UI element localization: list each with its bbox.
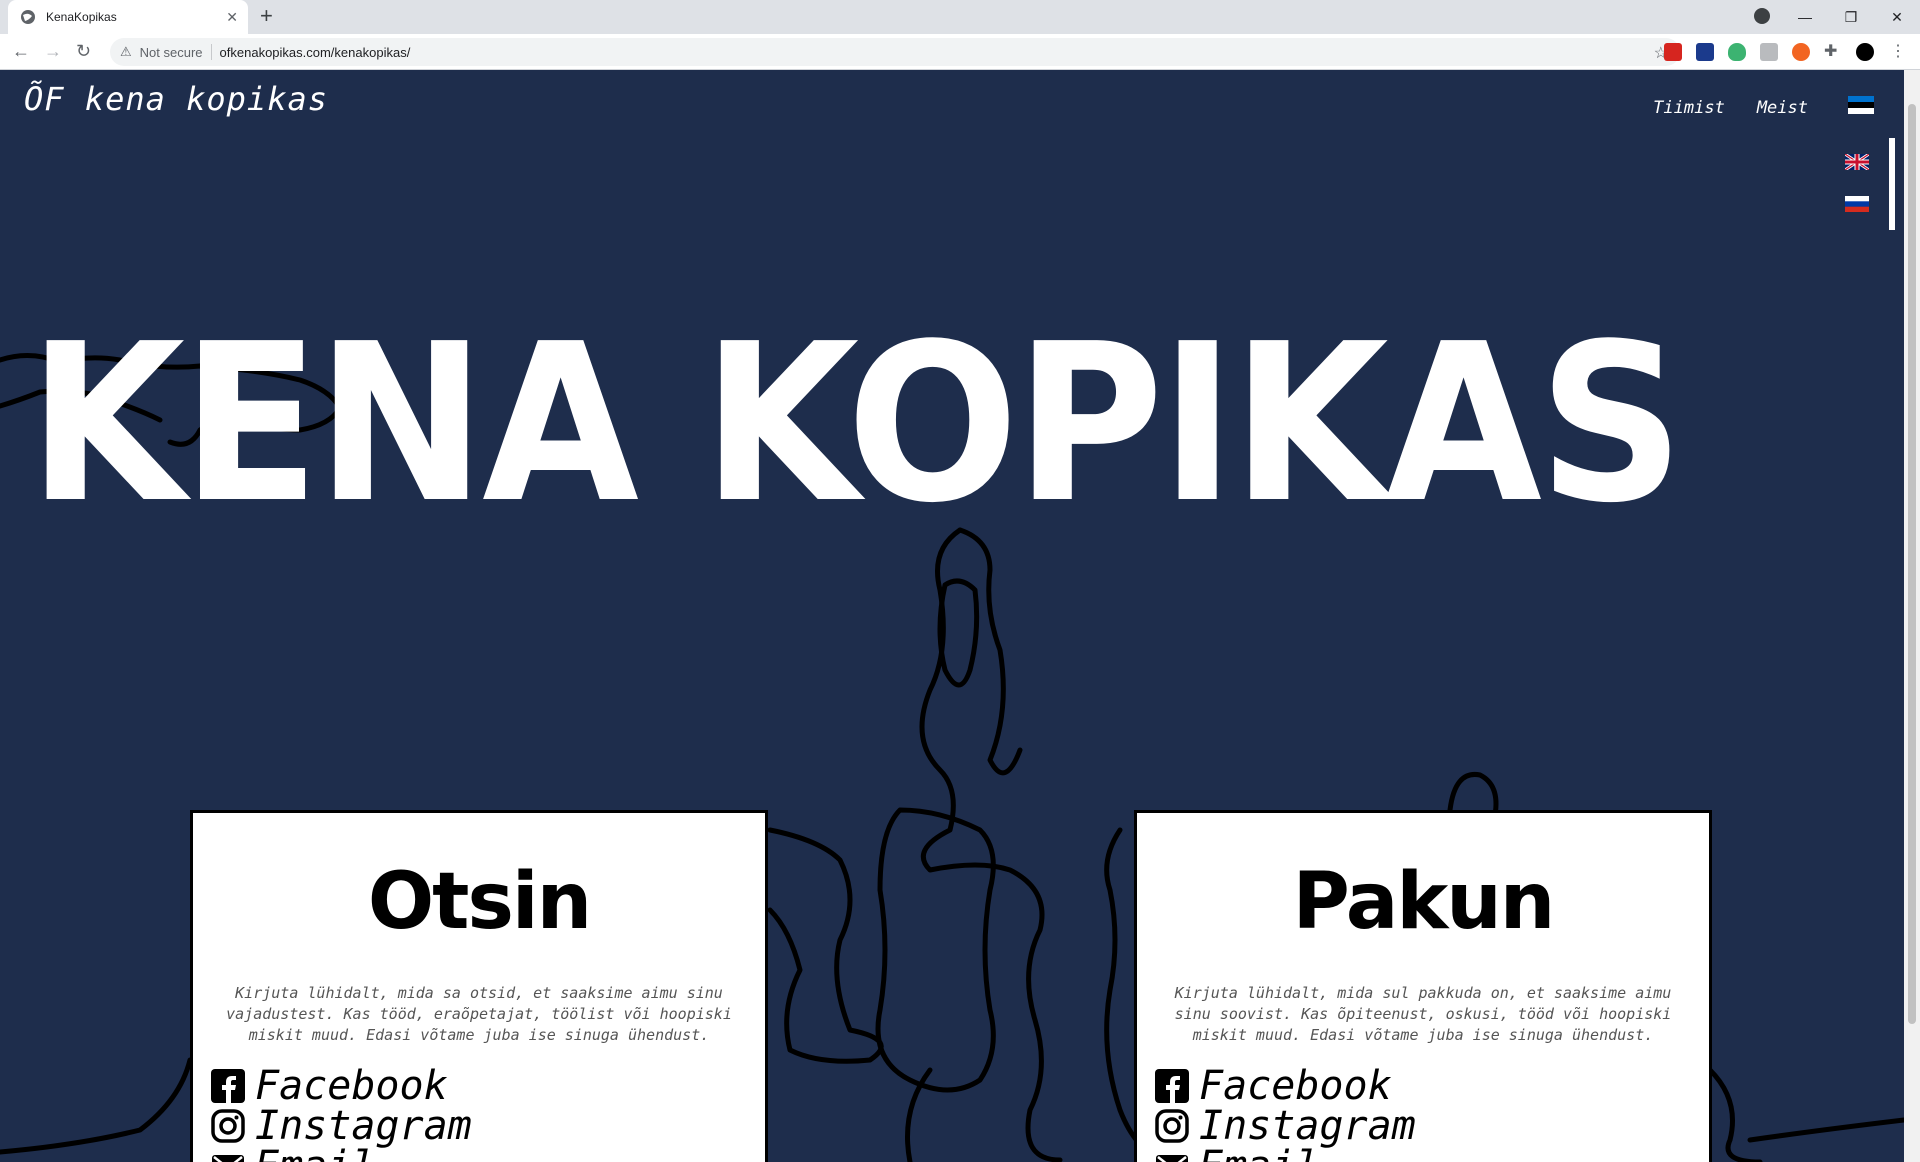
envelope-icon [1156, 1155, 1188, 1162]
russian-flag-icon[interactable] [1845, 196, 1869, 212]
webpage: ÕF kena kopikas Tiimist Meist KENA KOPIK… [0, 70, 1904, 1162]
address-bar[interactable]: ⚠ Not secure ofkenakopikas.com/kenakopik… [110, 38, 1680, 66]
tab-search-icon[interactable] [1754, 8, 1770, 24]
uk-flag-icon[interactable] [1845, 154, 1869, 170]
facebook-icon [211, 1069, 245, 1103]
id-extension-icon[interactable] [1696, 43, 1714, 61]
main-nav: Tiimist Meist [1653, 98, 1808, 118]
facebook-icon [1155, 1069, 1189, 1103]
puzzle-icon[interactable]: ✚ [1824, 43, 1842, 61]
profile-avatar[interactable] [1856, 43, 1874, 61]
site-brand[interactable]: ÕF kena kopikas [24, 80, 328, 118]
nav-link-meist[interactable]: Meist [1757, 98, 1808, 118]
close-tab-icon[interactable]: ✕ [226, 9, 238, 26]
otsin-card: Otsin Kirjuta lühidalt, mida sa otsid, e… [190, 810, 768, 1162]
divider [210, 44, 212, 60]
url-text[interactable]: ofkenakopikas.com/kenakopikas/ [220, 45, 411, 60]
shield-extension-icon[interactable] [1728, 43, 1746, 61]
card-title: Otsin [367, 857, 592, 947]
window-controls: — ❐ ✕ [1782, 0, 1920, 34]
hero-title: KENA KOPIKAS [28, 298, 1684, 551]
estonian-flag-icon[interactable] [1848, 96, 1874, 114]
orange-extension-icon[interactable] [1792, 43, 1810, 61]
card-title: Pakun [1292, 857, 1556, 947]
browser-toolbar: ← → ↻ ⚠ Not secure ofkenakopikas.com/ken… [0, 34, 1920, 70]
back-icon[interactable]: ← [12, 41, 30, 62]
globe-icon [21, 10, 35, 24]
language-indicator [1889, 138, 1895, 230]
reload-icon[interactable]: ↻ [76, 41, 91, 62]
scrollbar-thumb[interactable] [1908, 104, 1916, 1024]
close-window-button[interactable]: ✕ [1874, 9, 1920, 26]
minimize-button[interactable]: — [1782, 9, 1828, 25]
envelope-icon [212, 1155, 244, 1162]
email-link[interactable]: Email [1155, 1143, 1319, 1162]
card-description: Kirjuta lühidalt, mida sa otsid, et saak… [226, 984, 732, 1044]
warning-icon: ⚠ [120, 44, 132, 59]
pdf-extension-icon[interactable] [1664, 43, 1682, 61]
instagram-icon [1155, 1109, 1189, 1143]
extension-icon[interactable] [1760, 43, 1778, 61]
security-label: Not secure [139, 44, 203, 60]
pakun-card: Pakun Kirjuta lühidalt, mida sul pakkuda… [1134, 810, 1712, 1162]
page-scrollbar[interactable] [1904, 70, 1920, 1162]
browser-tab-bar: KenaKopikas ✕ + — ❐ ✕ [0, 0, 1920, 34]
email-link[interactable]: Email [211, 1143, 375, 1162]
new-tab-button[interactable]: + [260, 3, 273, 29]
card-description: Kirjuta lühidalt, mida sul pakkuda on, e… [1174, 984, 1672, 1044]
tab-title: KenaKopikas [46, 10, 117, 24]
forward-icon[interactable]: → [44, 41, 62, 62]
restore-button[interactable]: ❐ [1828, 9, 1874, 26]
nav-link-tiimist[interactable]: Tiimist [1653, 98, 1725, 118]
menu-icon[interactable]: ⋮ [1890, 43, 1908, 61]
instagram-icon [211, 1109, 245, 1143]
browser-tab[interactable]: KenaKopikas ✕ [8, 0, 248, 34]
